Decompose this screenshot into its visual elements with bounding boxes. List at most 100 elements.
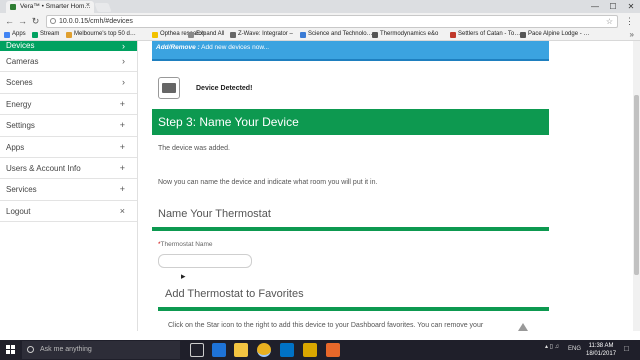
clock-time: 11:38 AM (588, 343, 614, 349)
sidebar-item-label: Devices (6, 41, 35, 50)
bookmark-label: Pace Alpine Lodge - … (528, 31, 590, 37)
app-orange-icon[interactable] (326, 343, 340, 357)
folder-app-icon[interactable] (303, 343, 317, 357)
chevron-right-icon: › (122, 56, 125, 66)
system-tray-icons[interactable]: ▴ ▯ ♫ (545, 343, 559, 350)
taskbar-search-input[interactable]: Ask me anything (22, 341, 180, 359)
search-icon (27, 346, 34, 353)
sidebar-item-scenes[interactable]: Scenes › (0, 72, 137, 94)
search-placeholder: Ask me anything (40, 346, 92, 353)
file-explorer-icon[interactable] (234, 343, 248, 357)
name-section-title: Name Your Thermostat (158, 208, 271, 220)
sidebar-item-label: Services (6, 185, 37, 195)
sidebar-item-cameras[interactable]: Cameras › (0, 51, 137, 73)
sidebar-item-label: Scenes (6, 78, 33, 88)
taskbar-clock[interactable]: 11:38 AM 18/01/2017 (586, 342, 616, 358)
bookmark-item[interactable]: Stream (32, 31, 60, 38)
device-added-text: The device was added. (158, 145, 230, 152)
sidebar-item-devices[interactable]: Devices › (0, 41, 137, 51)
windows-start-icon[interactable] (6, 345, 16, 355)
bookmark-item[interactable]: Melbourne's top 50 d… (66, 31, 136, 38)
back-button[interactable]: ← (4, 16, 15, 27)
section-divider (152, 227, 549, 231)
expand-plus-icon: + (119, 184, 125, 195)
tab-close-icon[interactable]: × (86, 2, 90, 9)
apps-grid-icon (4, 32, 10, 38)
browser-tab-strip: Vera™ • Smarter Hom… × — ☐ ✕ (0, 0, 640, 13)
tab-title: Vera™ • Smarter Hom… (20, 3, 91, 10)
scrollbar-thumb[interactable] (634, 95, 639, 275)
windows-taskbar: Ask me anything ▴ ▯ ♫ ENG 11:38 AM 18/01… (0, 340, 640, 360)
task-view-icon[interactable] (190, 343, 204, 357)
browser-tab[interactable]: Vera™ • Smarter Hom… × (6, 1, 94, 13)
site-info-icon[interactable] (50, 18, 56, 24)
vera-favicon-icon (10, 4, 16, 10)
mouse-cursor-icon: ▸ (181, 271, 186, 281)
reload-button[interactable]: ↻ (30, 16, 41, 27)
chrome-icon[interactable] (257, 343, 271, 357)
thermostat-name-label: *Thermostat Name (158, 241, 213, 248)
expand-plus-icon: + (119, 141, 125, 152)
favorites-divider (158, 307, 549, 311)
bookmark-label: Science and Technolo… (308, 31, 373, 37)
bookmark-label: Expand All (196, 31, 225, 37)
wizard-progress-line (152, 59, 549, 61)
close-window-button[interactable]: ✕ (622, 0, 640, 13)
scroll-to-top-icon[interactable] (518, 323, 528, 331)
thermostat-name-input[interactable] (158, 254, 252, 268)
forward-button[interactable]: → (17, 16, 28, 27)
url-text: 10.0.0.15/cmh/#devices (59, 18, 133, 25)
url-input[interactable]: 10.0.0.15/cmh/#devices ☆ (46, 15, 618, 28)
maximize-button[interactable]: ☐ (604, 0, 622, 13)
bookmark-label: Z-Wave: Integrator – (238, 31, 293, 37)
new-tab-button[interactable] (94, 3, 112, 12)
bookmark-item[interactable]: Z-Wave: Integrator – (230, 31, 293, 38)
chevron-right-icon: › (122, 77, 125, 88)
bookmark-item[interactable]: Settlers of Catan - To… (450, 31, 521, 38)
device-detected-label: Device Detected! (196, 85, 253, 92)
sidebar-item-services[interactable]: Services + (0, 179, 137, 201)
stream-icon (32, 32, 38, 38)
clock-date: 18/01/2017 (586, 351, 617, 357)
chevron-right-icon: › (122, 41, 125, 51)
bookmark-item[interactable]: Science and Technolo… (300, 31, 373, 38)
sidebar-item-label: Settings (6, 121, 35, 131)
expand-plus-icon: + (119, 120, 125, 131)
wizard-header: Add/Remove : Add new devices now... (152, 41, 549, 61)
bookmarklet-icon (188, 32, 194, 38)
bookmark-item[interactable]: Expand All (188, 31, 225, 38)
wizard-header-title: Add/Remove : (156, 44, 200, 51)
notifications-icon[interactable]: □ (624, 344, 629, 353)
main-content: Add/Remove : Add new devices now... Devi… (138, 41, 633, 331)
sidebar-item-logout[interactable]: Logout × (0, 201, 137, 223)
bookmark-item[interactable]: Pace Alpine Lodge - … (520, 31, 590, 38)
browser-menu-icon[interactable]: ⋮ (625, 16, 634, 27)
edge-browser-icon[interactable] (212, 343, 226, 357)
bookmark-label: Melbourne's top 50 d… (74, 31, 136, 37)
field-label-text: Thermostat Name (160, 241, 213, 248)
mail-icon[interactable] (280, 343, 294, 357)
bookmark-label: Stream (40, 31, 60, 37)
sidebar-item-label: Energy (6, 99, 32, 109)
sidebar-item-users-account-info[interactable]: Users & Account Info + (0, 158, 137, 180)
expand-plus-icon: + (119, 98, 125, 109)
bookmarks-overflow-icon[interactable]: » (630, 30, 634, 39)
bookmark-item[interactable]: Thermodynamics e&o (372, 31, 438, 38)
sidebar-item-settings[interactable]: Settings + (0, 115, 137, 137)
bookmark-item[interactable]: Apps (4, 31, 26, 38)
minimize-button[interactable]: — (586, 0, 604, 13)
page-scrollbar[interactable] (633, 41, 640, 331)
expand-plus-icon: + (119, 162, 125, 173)
wizard-header-subtitle: Add new devices now... (199, 44, 270, 51)
sidebar-item-apps[interactable]: Apps + (0, 137, 137, 158)
language-indicator[interactable]: ENG (568, 346, 581, 352)
instruction-text: Now you can name the device and indicate… (158, 179, 378, 186)
sidebar-item-label: Logout (6, 206, 31, 216)
sidebar-item-label: Users & Account Info (6, 163, 81, 173)
page-icon (372, 32, 378, 38)
sidebar-item-energy[interactable]: Energy + (0, 94, 137, 116)
bookmark-star-icon[interactable]: ☆ (606, 16, 613, 27)
bookmark-label: Settlers of Catan - To… (458, 31, 521, 37)
page-icon (520, 32, 526, 38)
folder-icon (152, 32, 158, 38)
